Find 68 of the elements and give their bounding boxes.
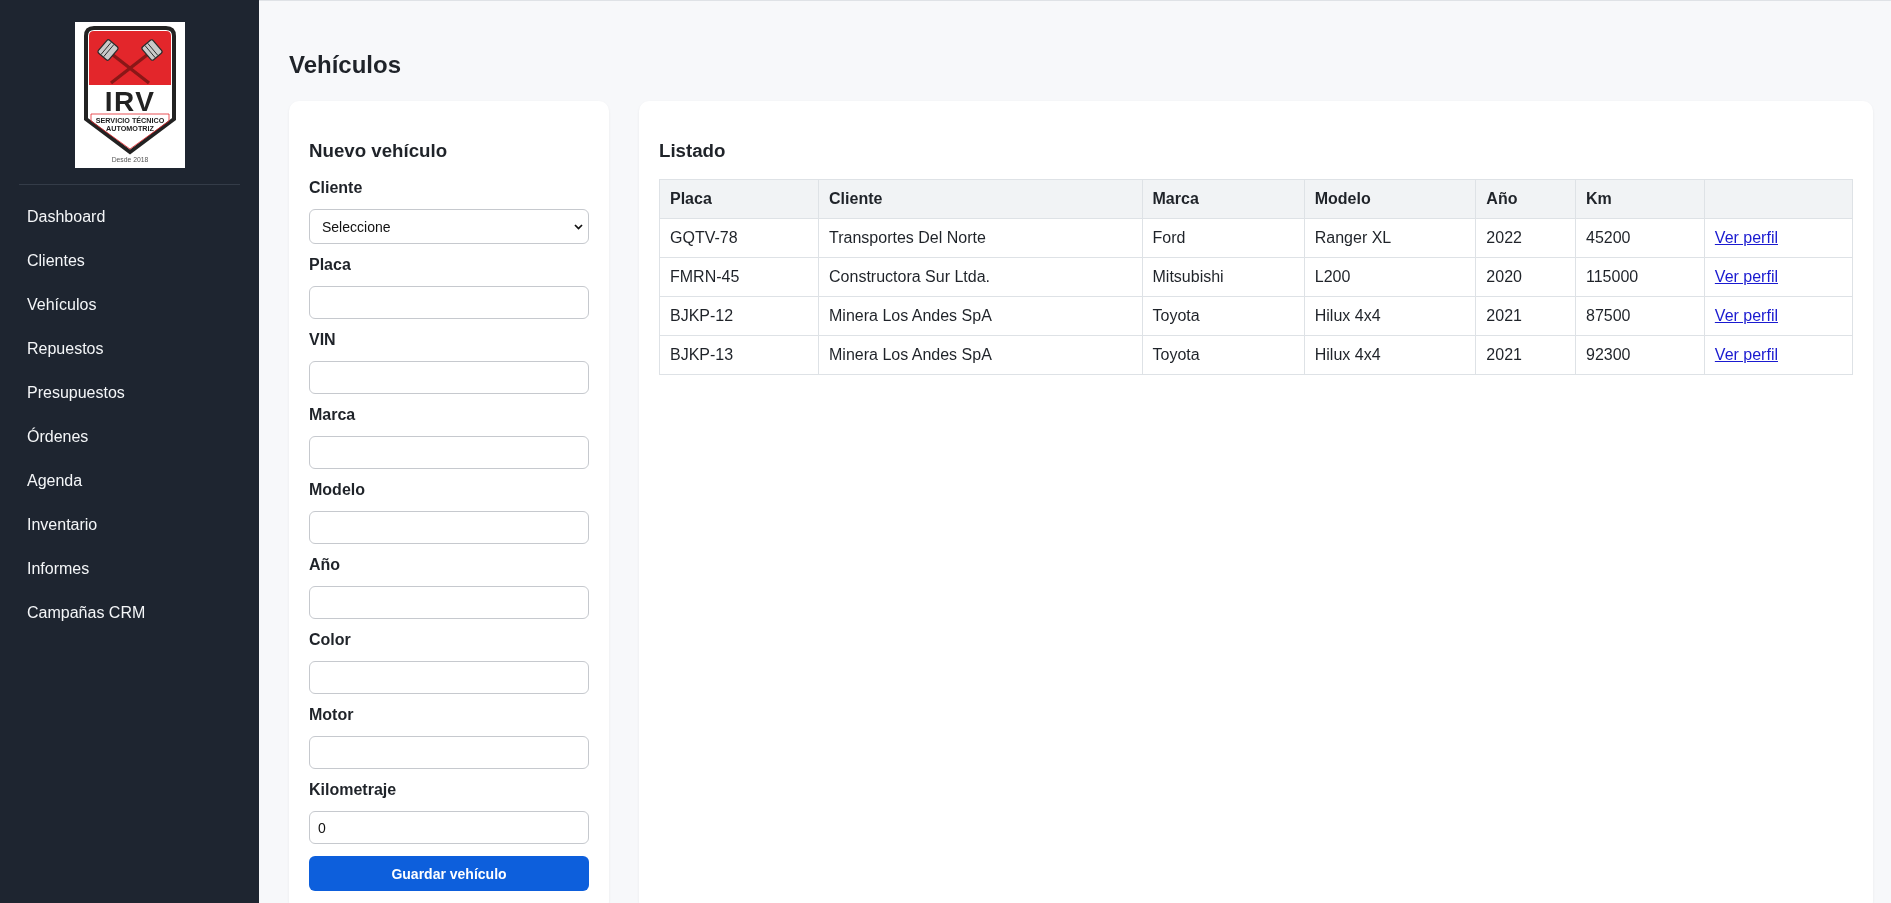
field-label: Color bbox=[309, 631, 351, 649]
profile-link[interactable]: Ver perfil bbox=[1714, 346, 1778, 363]
text-field[interactable] bbox=[309, 511, 589, 544]
field-label: Cliente bbox=[309, 179, 363, 197]
table-cell: Minera Los Andes SpA bbox=[818, 296, 1143, 336]
table-cell: 2021 bbox=[1475, 335, 1576, 375]
table-cell: BJKP-13 bbox=[659, 335, 819, 375]
column-header: Año bbox=[1475, 179, 1576, 219]
table-cell: 87500 bbox=[1575, 296, 1705, 336]
table-cell: Toyota bbox=[1142, 335, 1305, 375]
card-title: Nuevo vehículo bbox=[309, 140, 448, 162]
table-cell: 2022 bbox=[1475, 218, 1576, 258]
page-title: Vehículos bbox=[289, 51, 402, 79]
field-label: Motor bbox=[309, 706, 354, 724]
field-label: Placa bbox=[309, 256, 351, 274]
table-cell: L200 bbox=[1304, 257, 1476, 297]
table-cell: 115000 bbox=[1575, 257, 1705, 297]
card-title: Listado bbox=[659, 140, 726, 162]
nav-link[interactable]: Presupuestos bbox=[19, 371, 240, 415]
table-cell: 2021 bbox=[1475, 296, 1576, 336]
nav-link[interactable]: Órdenes bbox=[19, 415, 240, 459]
select-field[interactable]: Seleccione bbox=[309, 209, 589, 244]
field-label: Modelo bbox=[309, 481, 365, 499]
table-cell: Constructora Sur Ltda. bbox=[818, 257, 1143, 297]
field-label: Kilometraje bbox=[309, 781, 397, 799]
table-cell: Minera Los Andes SpA bbox=[818, 335, 1143, 375]
text-field[interactable] bbox=[309, 661, 589, 694]
profile-link[interactable]: Ver perfil bbox=[1714, 307, 1778, 324]
column-header: Cliente bbox=[818, 179, 1143, 219]
field-label: Marca bbox=[309, 406, 356, 424]
table-cell: BJKP-12 bbox=[659, 296, 819, 336]
nav-link[interactable]: Clientes bbox=[19, 239, 240, 283]
column-header: Marca bbox=[1142, 179, 1305, 219]
table-cell: 2020 bbox=[1475, 257, 1576, 297]
table-cell: Ford bbox=[1142, 218, 1305, 258]
column-header: Km bbox=[1575, 179, 1705, 219]
table-cell: GQTV-78 bbox=[659, 218, 819, 258]
chevron-down-icon bbox=[574, 223, 583, 230]
text-field[interactable] bbox=[309, 586, 589, 619]
nav-link[interactable]: Agenda bbox=[19, 459, 240, 503]
column-header: Placa bbox=[659, 179, 819, 219]
nav-link[interactable]: Inventario bbox=[19, 503, 240, 547]
profile-link[interactable]: Ver perfil bbox=[1714, 268, 1778, 285]
text-field[interactable]: 0 bbox=[309, 811, 589, 844]
table-cell: Ranger XL bbox=[1304, 218, 1476, 258]
text-field[interactable] bbox=[309, 436, 589, 469]
table-cell: 45200 bbox=[1575, 218, 1705, 258]
table-cell: 92300 bbox=[1575, 335, 1705, 375]
nav-link[interactable]: Campañas CRM bbox=[19, 591, 240, 635]
text-field[interactable] bbox=[309, 361, 589, 394]
nav-link[interactable]: Repuestos bbox=[19, 327, 240, 371]
table-cell: Hilux 4x4 bbox=[1304, 296, 1476, 336]
nav-link[interactable]: Vehículos bbox=[19, 283, 240, 327]
nav-link[interactable]: Dashboard bbox=[19, 195, 240, 239]
text-field[interactable] bbox=[309, 286, 589, 319]
table-cell: Transportes Del Norte bbox=[818, 218, 1143, 258]
column-header: Modelo bbox=[1304, 179, 1476, 219]
table-cell: FMRN-45 bbox=[659, 257, 819, 297]
table-cell: Hilux 4x4 bbox=[1304, 335, 1476, 375]
table-cell: Mitsubishi bbox=[1142, 257, 1305, 297]
logo-title: IRV bbox=[104, 86, 155, 117]
nav-link[interactable]: Informes bbox=[19, 547, 240, 591]
text-field[interactable] bbox=[309, 736, 589, 769]
field-label: Año bbox=[309, 556, 341, 574]
field-label: VIN bbox=[309, 331, 336, 349]
save-button[interactable]: Guardar vehículo bbox=[309, 856, 589, 891]
profile-link[interactable]: Ver perfil bbox=[1714, 229, 1778, 246]
table-cell: Toyota bbox=[1142, 296, 1305, 336]
